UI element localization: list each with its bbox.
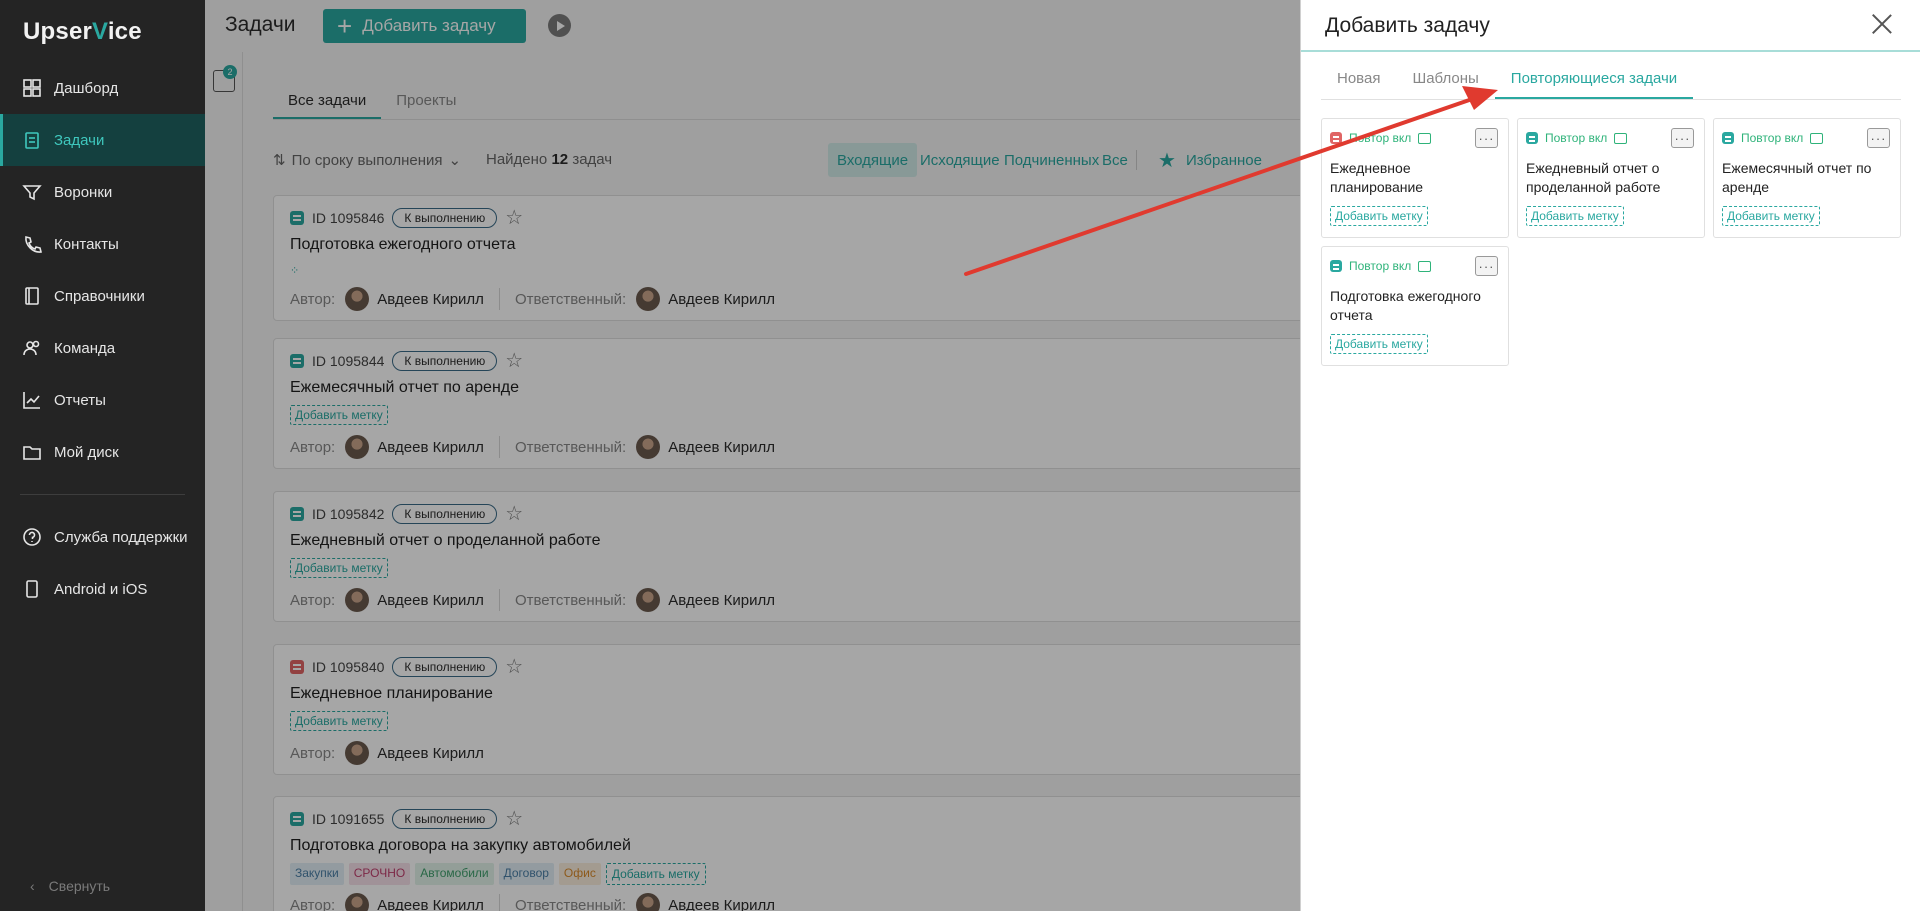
tasks-icon bbox=[22, 130, 42, 150]
sidebar-item-reports[interactable]: Отчеты bbox=[0, 374, 205, 426]
recurring-task-card[interactable]: Повтор вкл ··· Ежемесячный отчет по арен… bbox=[1713, 118, 1901, 238]
sidebar-item-label: Мой диск bbox=[54, 443, 119, 461]
sidebar: UpserVice Дашборд Задачи Воронки Контакт… bbox=[0, 0, 205, 911]
close-icon[interactable] bbox=[1871, 13, 1893, 35]
more-options-button[interactable]: ··· bbox=[1475, 128, 1498, 148]
repeat-status: Повтор вкл bbox=[1330, 131, 1432, 145]
panel-title: Добавить задачу bbox=[1325, 14, 1490, 37]
recurring-task-card[interactable]: Повтор вкл ··· Ежедневный отчет о продел… bbox=[1517, 118, 1705, 238]
phone-icon bbox=[22, 234, 42, 254]
task-type-icon bbox=[1330, 260, 1342, 272]
sidebar-item-label: Воронки bbox=[54, 183, 113, 201]
chart-icon bbox=[22, 390, 42, 410]
sidebar-item-label: Справочники bbox=[54, 287, 145, 305]
card-title: Ежедневный отчет о проделанной работе bbox=[1526, 160, 1661, 195]
tab-new[interactable]: Новая bbox=[1321, 70, 1396, 99]
card-title: Подготовка ежегодного отчета bbox=[1330, 288, 1481, 323]
collapse-label: Свернуть bbox=[48, 878, 111, 894]
sidebar-item-funnels[interactable]: Воронки bbox=[0, 166, 205, 218]
sidebar-item-contacts[interactable]: Контакты bbox=[0, 218, 205, 270]
sidebar-item-label: Задачи bbox=[54, 131, 105, 149]
tab-recurring[interactable]: Повторяющиеся задачи bbox=[1494, 70, 1694, 99]
more-options-button[interactable]: ··· bbox=[1671, 128, 1694, 148]
book-icon bbox=[22, 286, 42, 306]
recurring-task-card[interactable]: Повтор вкл ··· Подготовка ежегодного отч… bbox=[1321, 246, 1509, 366]
repeat-icon bbox=[1418, 132, 1432, 144]
sidebar-item-label: Команда bbox=[54, 339, 116, 357]
more-options-button[interactable]: ··· bbox=[1475, 256, 1498, 276]
more-options-button[interactable]: ··· bbox=[1867, 128, 1890, 148]
task-type-icon bbox=[1722, 132, 1734, 144]
task-type-icon bbox=[1330, 132, 1342, 144]
sidebar-item-dashboard[interactable]: Дашборд bbox=[0, 62, 205, 114]
repeat-status: Повтор вкл bbox=[1330, 259, 1432, 273]
add-task-panel: Добавить задачу Новая Шаблоны Повторяющи… bbox=[1300, 0, 1920, 911]
dashboard-icon bbox=[22, 78, 42, 98]
modal-backdrop[interactable] bbox=[205, 0, 1300, 911]
panel-divider bbox=[1301, 50, 1920, 52]
add-tag-button[interactable]: Добавить метку bbox=[1330, 206, 1428, 226]
sidebar-item-label: Служба поддержки bbox=[54, 528, 188, 546]
sidebar-item-label: Дашборд bbox=[54, 79, 119, 97]
funnel-icon bbox=[22, 182, 42, 202]
sidebar-item-tasks[interactable]: Задачи bbox=[0, 114, 205, 166]
sidebar-item-support[interactable]: Служба поддержки bbox=[0, 511, 205, 563]
card-title: Ежедневное планирование bbox=[1330, 160, 1424, 195]
collapse-sidebar-button[interactable]: ‹ Свернуть bbox=[30, 878, 110, 894]
tab-templates[interactable]: Шаблоны bbox=[1396, 70, 1494, 99]
repeat-icon bbox=[1418, 260, 1432, 272]
repeat-icon bbox=[1614, 132, 1628, 144]
repeat-status: Повтор вкл bbox=[1526, 131, 1628, 145]
sidebar-item-team[interactable]: Команда bbox=[0, 322, 205, 374]
repeat-icon bbox=[1810, 132, 1824, 144]
recurring-task-card[interactable]: Повтор вкл ··· Ежедневное планирование Д… bbox=[1321, 118, 1509, 238]
sidebar-item-mobile[interactable]: Android и iOS bbox=[0, 563, 205, 615]
help-icon bbox=[22, 527, 42, 547]
sidebar-item-label: Контакты bbox=[54, 235, 119, 253]
add-tag-button[interactable]: Добавить метку bbox=[1526, 206, 1624, 226]
sidebar-item-label: Android и iOS bbox=[54, 580, 148, 598]
sidebar-item-label: Отчеты bbox=[54, 391, 106, 409]
sidebar-divider bbox=[20, 494, 185, 495]
app-logo[interactable]: UpserVice bbox=[23, 18, 142, 46]
card-title: Ежемесячный отчет по аренде bbox=[1722, 160, 1872, 195]
mobile-icon bbox=[22, 579, 42, 599]
team-icon bbox=[22, 338, 42, 358]
sidebar-item-references[interactable]: Справочники bbox=[0, 270, 205, 322]
panel-tabs: Новая Шаблоны Повторяющиеся задачи bbox=[1321, 70, 1901, 100]
add-tag-button[interactable]: Добавить метку bbox=[1722, 206, 1820, 226]
repeat-status: Повтор вкл bbox=[1722, 131, 1824, 145]
chevron-left-icon: ‹ bbox=[30, 878, 35, 894]
folder-icon bbox=[22, 442, 42, 462]
sidebar-nav: Дашборд Задачи Воронки Контакты Справочн… bbox=[0, 62, 205, 615]
sidebar-item-my-disk[interactable]: Мой диск bbox=[0, 426, 205, 478]
add-tag-button[interactable]: Добавить метку bbox=[1330, 334, 1428, 354]
task-type-icon bbox=[1526, 132, 1538, 144]
